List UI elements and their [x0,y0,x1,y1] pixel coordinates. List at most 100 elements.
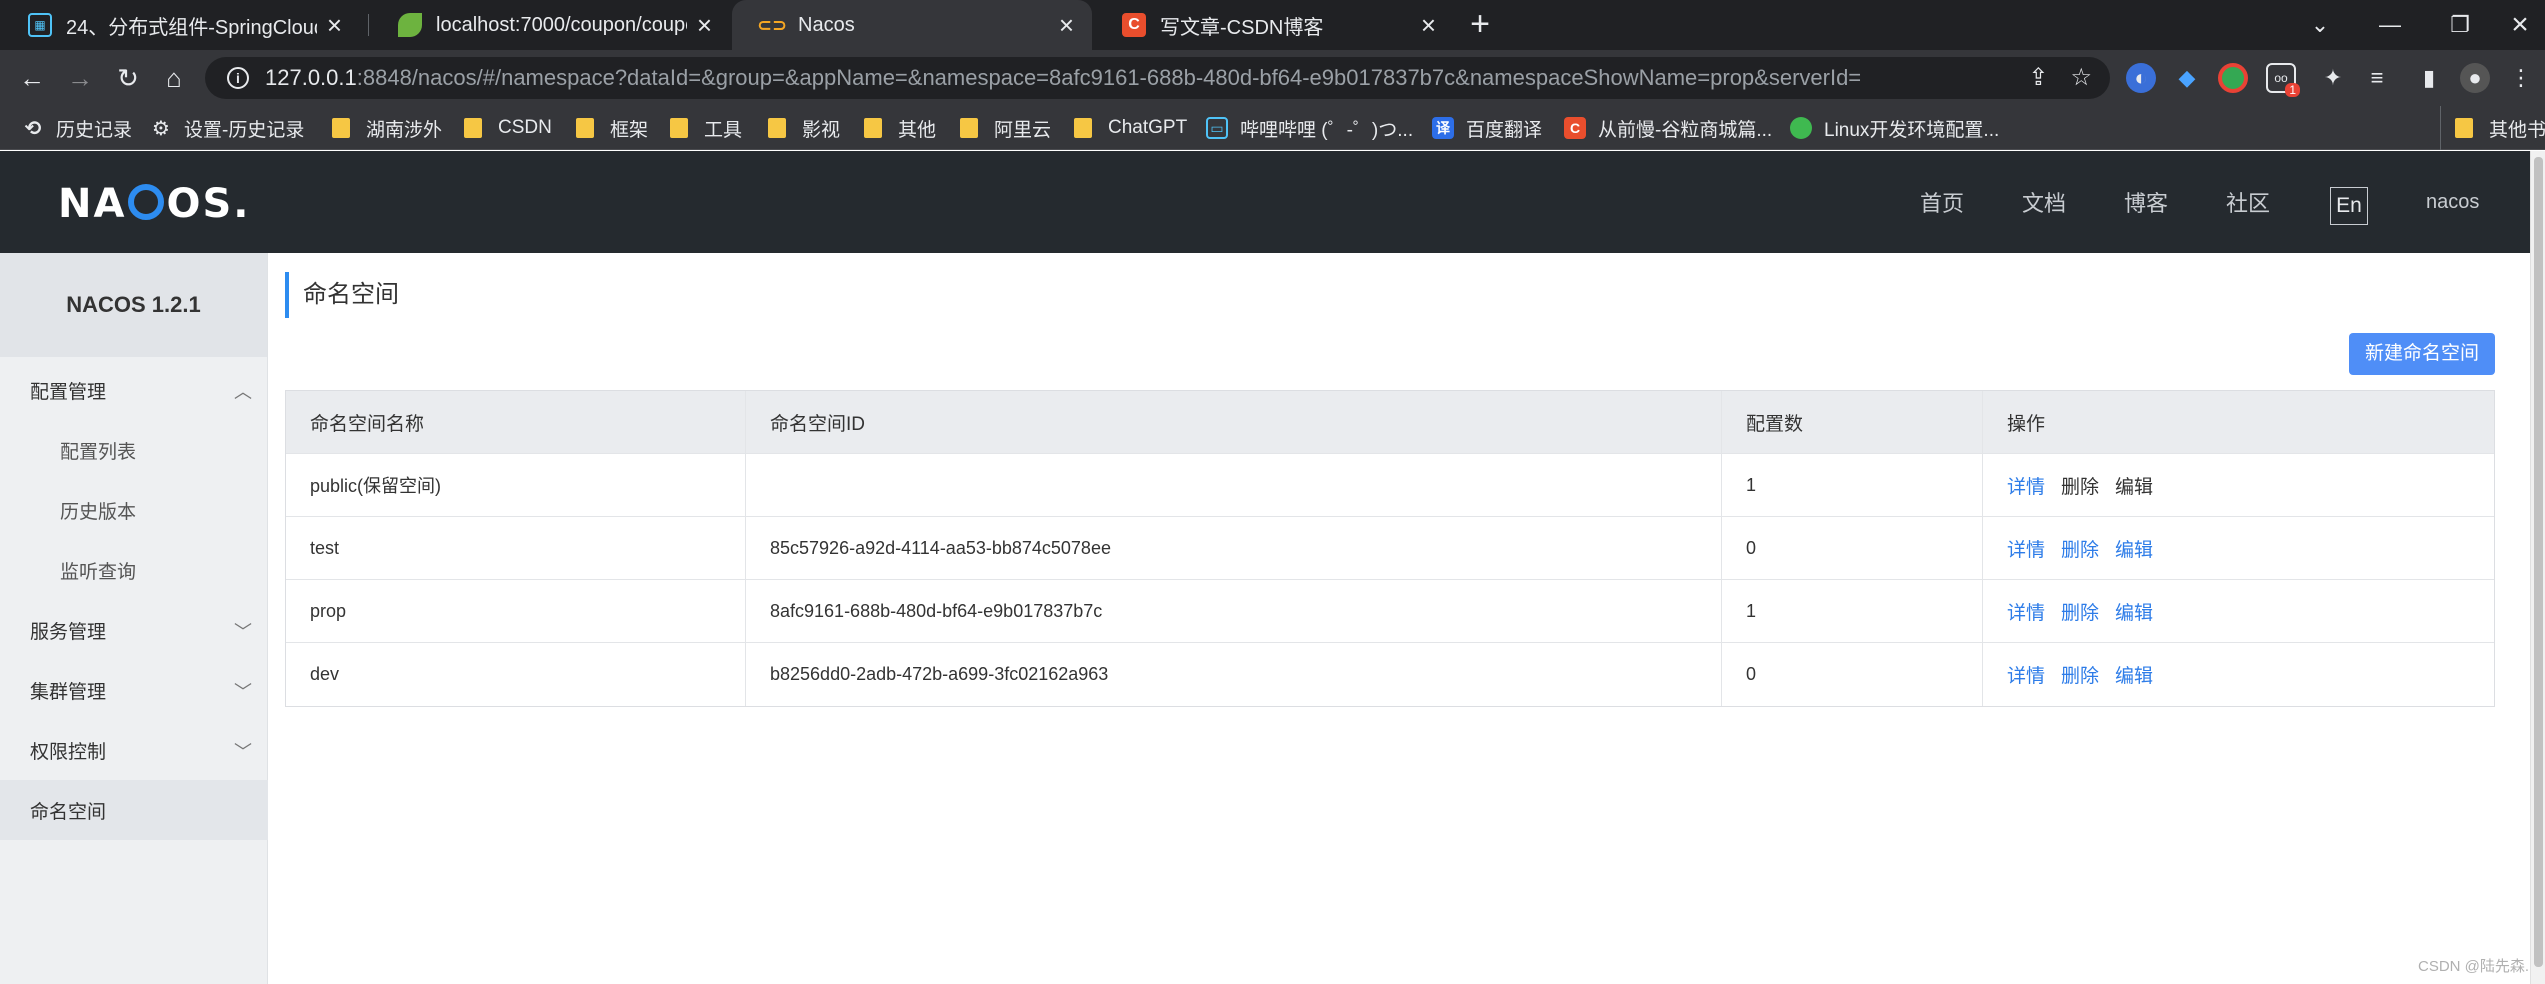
delete-link[interactable]: 删除 [2061,472,2099,499]
detail-link[interactable]: 详情 [2007,472,2045,499]
bookmark-settings-history[interactable]: ⚙ 设置-历史记录 [150,106,304,150]
csdn-watermark: CSDN @陆先森. [2418,958,2530,975]
profile-avatar[interactable]: ● [2460,63,2490,93]
minimize-icon[interactable]: — [2355,0,2425,50]
sidebar-item-service-management[interactable]: 服务管理 ﹀ [0,600,268,660]
bookmark-baidu-translate[interactable]: 译百度翻译 [1432,106,1542,150]
detail-link[interactable]: 详情 [2007,598,2045,625]
extension-2-icon[interactable]: ◆ [2172,63,2202,93]
bookmark-label: 湖南涉外 [366,119,443,141]
bookmark-linux[interactable]: Linux开发环境配置... [1790,106,1999,150]
sidebar-item-cluster-management[interactable]: 集群管理 ﹀ [0,660,268,720]
detail-link[interactable]: 详情 [2007,535,2045,562]
menu-kebab-icon[interactable]: ⋮ [2506,63,2536,93]
nav-blog[interactable]: 博客 [2124,151,2168,253]
namespace-table: 命名空间名称 命名空间ID 配置数 操作 public(保留空间) 1 详情 删… [285,390,2495,707]
sidebar-item-config-list[interactable]: 配置列表 [0,420,268,480]
sidebar-item-config-management[interactable]: 配置管理 ︿ [0,360,268,420]
bookmark-csdn-article[interactable]: C 从前慢-谷粒商城篇... [1564,106,1772,150]
nav-community[interactable]: 社区 [2226,151,2270,253]
namespace-id: 8afc9161-688b-480d-bf64-e9b017837b7c [746,580,1722,642]
chrome-extension-icon[interactable] [2218,63,2248,93]
close-icon[interactable]: × [327,10,342,41]
sidebar-item-namespace[interactable]: 命名空间 [0,780,268,840]
home-icon[interactable]: ⌂ [154,58,194,98]
detail-link[interactable]: 详情 [2007,661,2045,688]
bookmark-folder[interactable]: ChatGPT [1074,106,1187,150]
tab-springcloud[interactable]: ▦ 24、分布式组件-SpringCloud A × [0,0,360,50]
bookmark-label: CSDN [498,117,552,138]
bookmark-label: 哔哩哔哩 (゜-゜)つ... [1240,119,1414,141]
folder-icon [768,118,786,138]
table-row: prop 8afc9161-688b-480d-bf64-e9b017837b7… [286,580,2494,643]
page-scrollbar[interactable] [2530,151,2545,984]
bookmark-folder[interactable]: 其他 [864,106,936,150]
folder-icon [864,118,882,138]
delete-link[interactable]: 删除 [2061,535,2099,562]
delete-link[interactable]: 删除 [2061,598,2099,625]
reload-icon[interactable]: ↻ [108,58,148,98]
bookmark-star-icon[interactable]: ☆ [2070,63,2092,92]
close-icon[interactable]: × [1421,10,1436,41]
address-bar[interactable]: i 127.0.0.1:8848/nacos/#/namespace?dataI… [205,57,2110,99]
bookmark-folder[interactable]: 工具 [670,106,742,150]
bookmark-history[interactable]: ⟲ 历史记录 [22,106,132,150]
nav-home[interactable]: 首页 [1920,151,1964,253]
tab-title: Nacos [798,13,855,36]
nacos-icon: ⊂⊃ [756,14,788,35]
linux-icon [1790,117,1812,139]
extension-1-icon[interactable]: ◐ [2126,63,2156,93]
share-icon[interactable]: ⇪ [2028,63,2048,92]
nacos-logo[interactable]: NA OS. [58,181,250,227]
bookmark-folder[interactable]: 框架 [576,106,648,150]
config-count: 0 [1722,517,1983,579]
new-tab-button[interactable]: + [1462,6,1498,42]
namespace-id [746,454,1722,516]
delete-link[interactable]: 删除 [2061,661,2099,688]
bookmark-other[interactable]: 其他书签 [2440,106,2545,150]
extension-4-icon[interactable]: oo 1 [2266,63,2300,97]
nav-docs[interactable]: 文档 [2022,151,2066,253]
tab-csdn[interactable]: C 写文章-CSDN博客 × [1094,0,1454,50]
edit-link[interactable]: 编辑 [2115,661,2153,688]
edit-link[interactable]: 编辑 [2115,598,2153,625]
reading-list-icon[interactable]: ≡ [2362,63,2392,93]
edit-link[interactable]: 编辑 [2115,535,2153,562]
bookmark-folder[interactable]: CSDN [464,106,552,150]
sidebar-item-access-control[interactable]: 权限控制 ﹀ [0,720,268,780]
new-namespace-button[interactable]: 新建命名空间 [2349,333,2495,375]
sidebar-item-label: 权限控制 [30,741,107,763]
edit-link[interactable]: 编辑 [2115,472,2153,499]
sidebar-item-label: 服务管理 [30,621,107,643]
tab-localhost[interactable]: localhost:7000/coupon/coupo × [370,0,730,50]
close-icon[interactable]: × [1059,10,1074,41]
logo-ring-icon [128,184,165,220]
back-arrow-icon[interactable]: ← [12,58,52,98]
page-title: 命名空间 [285,272,399,318]
user-menu[interactable]: nacos [2426,151,2479,253]
site-info-icon[interactable]: i [227,67,249,89]
forward-arrow-icon[interactable]: → [60,58,100,98]
language-toggle-button[interactable]: En [2330,187,2368,225]
tab-nacos[interactable]: ⊂⊃ Nacos × [732,0,1092,50]
namespace-id: 85c57926-a92d-4114-aa53-bb874c5078ee [746,517,1722,579]
folder-icon [2455,118,2473,138]
tab-search-icon[interactable]: ⌄ [2285,0,2355,50]
scrollbar-thumb[interactable] [2534,157,2543,967]
sidebar-item-listener-query[interactable]: 监听查询 [0,540,268,600]
chevron-down-icon: ﹀ [234,682,252,702]
close-icon[interactable]: × [697,10,712,41]
bookmark-folder[interactable]: 湖南涉外 [332,106,442,150]
sidebar-item-history[interactable]: 历史版本 [0,480,268,540]
bookmark-bilibili[interactable]: ▭ 哔哩哔哩 (゜-゜)つ... [1206,106,1413,150]
close-window-icon[interactable]: × [2485,0,2545,50]
puzzle-extensions-icon[interactable]: ✦ [2318,63,2348,93]
sidebar-item-label: 命名空间 [30,801,107,823]
bookmark-folder[interactable]: 影视 [768,106,840,150]
side-panel-icon[interactable]: ▮ [2414,63,2444,93]
bookmark-folder[interactable]: 阿里云 [960,106,1051,150]
chevron-down-icon: ﹀ [234,742,252,762]
table-row: test 85c57926-a92d-4114-aa53-bb874c5078e… [286,517,2494,580]
tab-title: 24、分布式组件-SpringCloud A [66,16,317,39]
gear-icon: ⚙ [152,117,170,140]
